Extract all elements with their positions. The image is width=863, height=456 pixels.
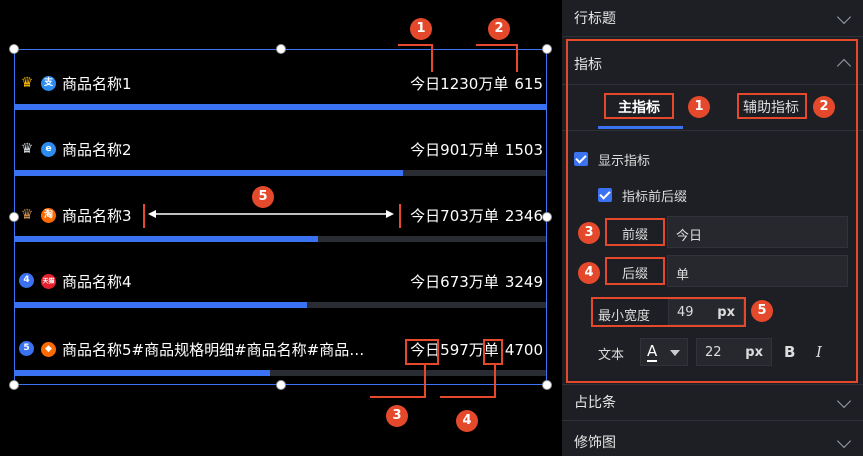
- section-decoration-label: 修饰图: [574, 435, 616, 451]
- min-width-value: 49: [677, 305, 694, 320]
- font-color-glyph: A: [647, 342, 658, 362]
- italic-button[interactable]: I: [816, 343, 822, 361]
- min-width-input[interactable]: 49 px: [668, 299, 744, 325]
- tab-main-metric-label: 主指标: [618, 100, 660, 116]
- suffix-input-value: 单: [676, 268, 690, 283]
- resize-handle-tl[interactable]: [9, 44, 19, 54]
- annotation-badge-4: 4: [456, 410, 478, 432]
- prefix-input-value: 今日: [676, 229, 703, 244]
- annotation-line-3a: [424, 365, 426, 398]
- annotation-line-2b: [516, 44, 518, 72]
- text-style-label: 文本: [598, 348, 625, 363]
- annotation-badge-suffix: 4: [578, 262, 600, 284]
- annotation-badge-5: 5: [252, 186, 274, 208]
- chevron-down-icon[interactable]: [836, 393, 852, 409]
- annotation-badge-2: 2: [488, 18, 510, 40]
- annotation-line-1b: [431, 44, 433, 72]
- section-decoration[interactable]: 修饰图: [562, 424, 863, 456]
- active-tab-underline: [598, 126, 683, 129]
- chevron-down-icon[interactable]: [836, 9, 852, 25]
- font-color-picker[interactable]: A: [640, 338, 688, 366]
- annotation-badge-min-width: 5: [751, 300, 773, 322]
- annotation-line-4a: [494, 365, 496, 398]
- bold-button[interactable]: B: [784, 343, 795, 361]
- annotation-badge-tab2: 2: [813, 96, 835, 118]
- show-metric-label: 显示指标: [598, 154, 651, 169]
- annotation-badge-prefix: 3: [578, 222, 600, 244]
- font-size-unit: px: [745, 345, 763, 360]
- resize-handle-br[interactable]: [542, 380, 552, 390]
- annotation-box-prefix: [405, 339, 439, 365]
- section-row-title[interactable]: 行标题: [562, 0, 863, 36]
- section-row-title-label: 行标题: [574, 11, 616, 27]
- show-metric-checkbox[interactable]: [574, 152, 588, 166]
- suffix-label: 后缀: [622, 267, 649, 282]
- font-size-input[interactable]: 22 px: [696, 338, 772, 366]
- annotation-line-4b: [440, 396, 496, 398]
- width-arrow: [148, 210, 394, 218]
- annotation-tick-left: [143, 204, 145, 228]
- resize-handle-bm[interactable]: [276, 380, 286, 390]
- resize-handle-tr[interactable]: [542, 44, 552, 54]
- annotation-box-metric-section: [566, 39, 858, 383]
- divider: [562, 420, 863, 421]
- chevron-down-icon[interactable]: [836, 433, 852, 449]
- resize-handle-tm[interactable]: [276, 44, 286, 54]
- annotation-badge-tab1: 1: [688, 96, 710, 118]
- resize-handle-ml[interactable]: [9, 212, 19, 222]
- prefix-label: 前缀: [622, 228, 649, 243]
- tab-main-metric[interactable]: 主指标: [604, 93, 674, 119]
- divider: [562, 36, 863, 37]
- tab-aux-metric[interactable]: 辅助指标: [737, 93, 807, 119]
- caret-down-icon: [670, 350, 680, 356]
- annotation-badge-1: 1: [410, 18, 432, 40]
- section-ratio-bar-label: 占比条: [574, 395, 616, 411]
- min-width-unit: px: [717, 305, 735, 320]
- preview-canvas: ♛ 支商品名称1 今日1230万单 615 ♛ e 商品名称2 今日901万单 1503 ♛ 淘商品…: [0, 0, 562, 456]
- resize-handle-bl[interactable]: [9, 380, 19, 390]
- prefix-suffix-checkbox[interactable]: [598, 188, 612, 202]
- annotation-line-1a: [398, 44, 433, 46]
- section-ratio-bar[interactable]: 占比条: [562, 384, 863, 420]
- prefix-input[interactable]: 今日: [667, 216, 848, 248]
- resize-handle-mr[interactable]: [542, 212, 552, 222]
- annotation-line-3b: [370, 396, 426, 398]
- suffix-input[interactable]: 单: [667, 255, 848, 287]
- prefix-suffix-label: 指标前后缀: [622, 190, 688, 205]
- annotation-line-2a: [476, 44, 518, 46]
- annotation-tick-right: [399, 204, 401, 228]
- annotation-badge-3: 3: [386, 405, 408, 427]
- tab-aux-metric-label: 辅助指标: [743, 100, 799, 116]
- min-width-label: 最小宽度: [598, 309, 651, 324]
- annotation-box-suffix: [483, 339, 503, 365]
- font-size-value: 22: [705, 345, 722, 360]
